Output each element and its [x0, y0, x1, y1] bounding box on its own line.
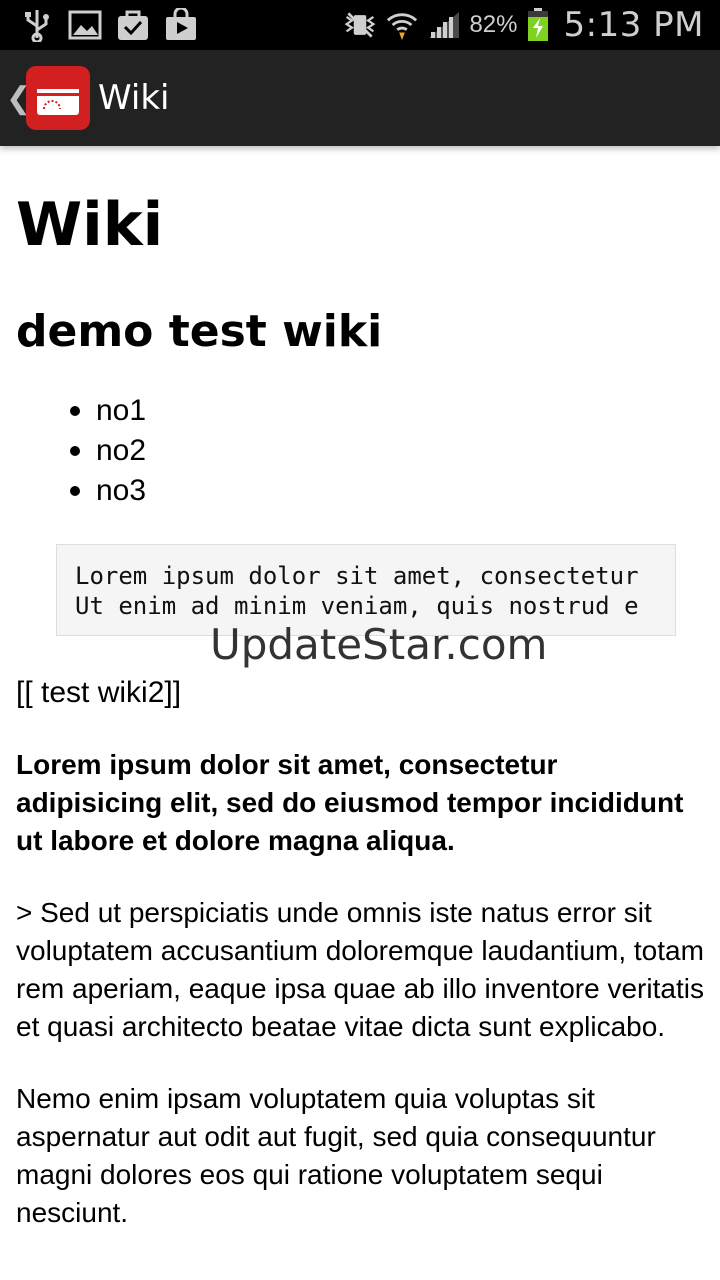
wifi-icon [385, 8, 419, 42]
bullet-list: no1 no2 no3 [16, 390, 706, 510]
signal-icon [427, 8, 461, 42]
list-item: no2 [96, 430, 706, 470]
status-bar-system: 82% 5:13 PM [343, 5, 720, 45]
code-line: Ut enim ad minim veniam, quis nostrud e [75, 592, 639, 620]
code-line: Lorem ipsum dolor sit amet, consectetur [75, 562, 639, 590]
action-bar-title: Wiki [98, 78, 170, 118]
wiki-content: Wiki demo test wiki no1 no2 no3 Lorem ip… [16, 170, 706, 1232]
bold-paragraph: Lorem ipsum dolor sit amet, consectetur … [16, 749, 684, 856]
up-navigation-icon[interactable]: ❮ [6, 81, 31, 116]
image-icon [68, 8, 102, 42]
battery-charging-icon [526, 8, 550, 42]
quote-paragraph: > Sed ut perspiciatis unde omnis iste na… [16, 897, 704, 1042]
page-subtitle: demo test wiki [16, 306, 383, 357]
status-bar-notifications [0, 8, 198, 42]
clock: 5:13 PM [563, 5, 704, 45]
mute-icon [343, 8, 377, 42]
app-icon[interactable] [26, 66, 90, 130]
action-bar: ❮ Wiki [0, 50, 720, 146]
list-item: no3 [96, 470, 706, 510]
status-bar: 82% 5:13 PM [0, 0, 720, 50]
page-title: Wiki [16, 190, 164, 260]
battery-percent: 82% [469, 11, 518, 38]
store-icon [164, 8, 198, 42]
usb-icon [20, 8, 54, 42]
list-item: no1 [96, 390, 706, 430]
watermark: UpdateStar.com [210, 620, 548, 669]
paragraph: Nemo enim ipsam voluptatem quia voluptas… [16, 1083, 656, 1228]
wiki-link[interactable]: [[ test wiki2]] [16, 674, 706, 712]
task-icon [116, 8, 150, 42]
